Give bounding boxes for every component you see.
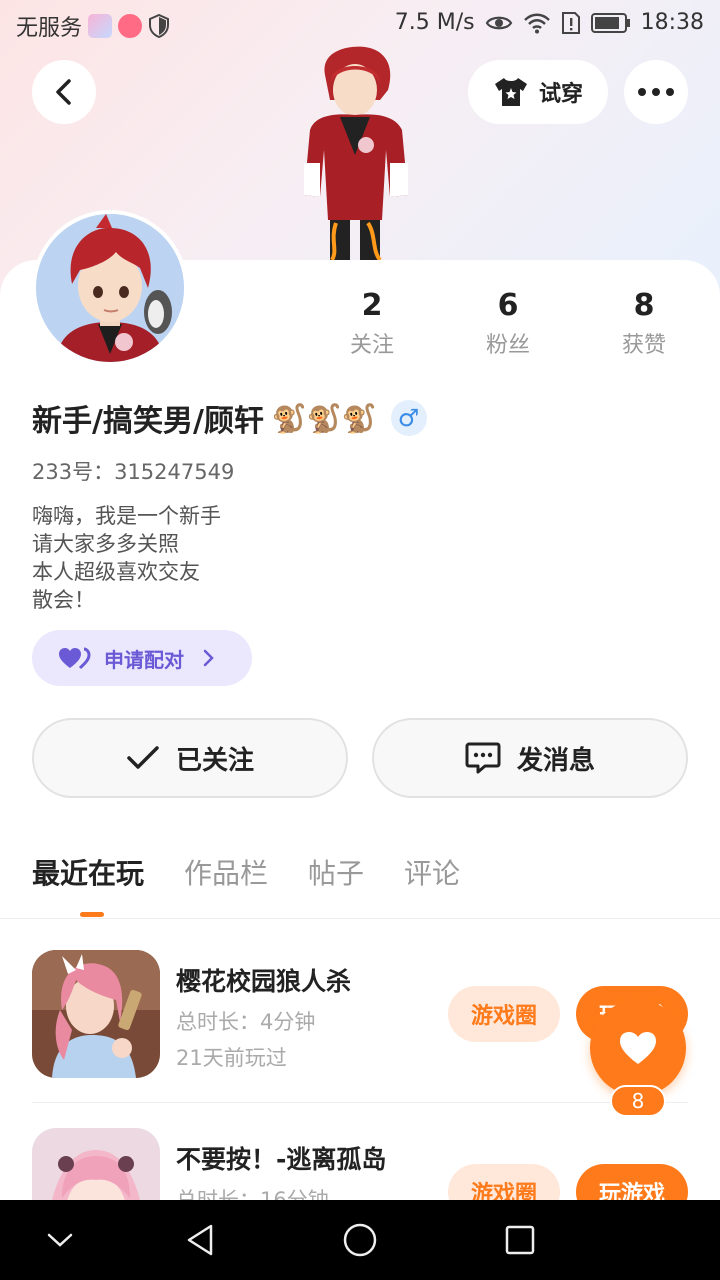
stat-label: 获赞: [621, 333, 666, 358]
stat-value: 8: [633, 288, 655, 323]
character-model: [290, 45, 420, 262]
stat-value: 2: [361, 288, 383, 323]
name-emoji: 🐒🐒🐒: [271, 401, 377, 435]
game-title: 不要按！-逃离孤岛: [176, 1145, 387, 1174]
message-bubble-icon: [465, 742, 501, 774]
like-count-badge: 8: [610, 1085, 666, 1117]
bio-line: 请大家多多关照: [32, 532, 179, 556]
username: 新手/搞笑男/顾轩: [32, 404, 264, 439]
app-notification-icon: [88, 14, 113, 38]
carrier-text: 无服务: [16, 16, 83, 41]
gender-male-icon: ♂: [390, 400, 427, 436]
send-message-button[interactable]: 发消息: [372, 718, 688, 798]
tab-works[interactable]: 作品栏: [184, 852, 268, 892]
network-speed: 7.5 M/s: [394, 10, 475, 35]
heart-icon: [620, 1032, 656, 1064]
double-heart-icon: [59, 647, 91, 670]
eye-icon: [485, 16, 512, 29]
stat-value: 6: [497, 288, 519, 323]
app-notification-icon: [118, 14, 143, 38]
try-on-button[interactable]: 试穿: [468, 60, 608, 124]
divider: [0, 918, 720, 919]
back-button[interactable]: [32, 60, 96, 124]
try-on-label: 试穿: [538, 82, 583, 107]
stat-likes[interactable]: 8 获赞: [584, 288, 704, 359]
game-last-played: 21天前玩过: [176, 1046, 287, 1070]
nav-recents-button[interactable]: [498, 1218, 542, 1262]
tab-recently-played[interactable]: 最近在玩: [32, 852, 144, 892]
chevron-right-icon: [203, 649, 214, 667]
clock-time: 18:38: [640, 10, 704, 35]
active-tab-indicator: [80, 912, 104, 917]
battery-icon: [590, 12, 630, 33]
square-recents-icon: [505, 1225, 535, 1255]
tshirt-icon: [494, 78, 527, 106]
user-id[interactable]: 233号：315247549: [32, 456, 234, 486]
name-row: 新手/搞笑男/顾轩 🐒🐒🐒 ♂: [32, 396, 427, 440]
system-navigation-bar: [0, 1200, 720, 1280]
status-bar: 无服务 7.5 M/s 18:38: [0, 0, 720, 50]
divider: [32, 1102, 688, 1103]
nav-home-button[interactable]: [338, 1218, 382, 1262]
followed-label: 已关注: [175, 745, 254, 776]
more-options-button[interactable]: [624, 60, 688, 124]
avatar[interactable]: [32, 210, 188, 366]
send-message-label: 发消息: [516, 745, 595, 776]
tab-posts[interactable]: 帖子: [308, 852, 364, 892]
game-duration: 总时长：4分钟: [176, 1010, 316, 1034]
game-title: 樱花校园狼人杀: [176, 967, 352, 996]
floating-like-button[interactable]: [590, 1000, 686, 1096]
stat-following[interactable]: 2 关注: [312, 288, 432, 359]
stat-fans[interactable]: 6 粉丝: [448, 288, 568, 359]
followed-button[interactable]: 已关注: [32, 718, 348, 798]
sim-alert-icon: [561, 11, 580, 34]
tab-comments[interactable]: 评论: [404, 852, 460, 892]
bio: 嗨嗨，我是一个新手 请大家多多关照 本人超级喜欢交友 散会！: [32, 502, 221, 614]
chevron-down-icon: [47, 1233, 73, 1247]
game-circle-button[interactable]: 游戏圈: [448, 986, 560, 1042]
chevron-left-icon: [56, 79, 71, 105]
nav-back-button[interactable]: [178, 1218, 222, 1262]
bio-line: 散会！: [32, 588, 95, 612]
bio-line: 嗨嗨，我是一个新手: [32, 504, 221, 528]
apply-match-button[interactable]: 申请配对: [32, 630, 252, 686]
wifi-icon: [523, 13, 550, 33]
stat-label: 关注: [349, 333, 394, 358]
game-icon: [32, 950, 160, 1078]
profile-tabs: 最近在玩 作品栏 帖子 评论: [32, 852, 460, 892]
shield-icon: [149, 14, 170, 38]
circle-home-icon: [343, 1223, 377, 1257]
apply-match-label: 申请配对: [104, 647, 184, 672]
nav-collapse-button[interactable]: [38, 1218, 82, 1262]
stat-label: 粉丝: [485, 333, 530, 358]
game-list-item[interactable]: 樱花校园狼人杀 总时长：4分钟 21天前玩过 游戏圈 玩游戏: [32, 950, 688, 1080]
bio-line: 本人超级喜欢交友: [32, 560, 200, 584]
triangle-back-icon: [187, 1224, 213, 1256]
more-dots-icon: [638, 88, 674, 96]
checkmark-icon: [127, 746, 159, 769]
